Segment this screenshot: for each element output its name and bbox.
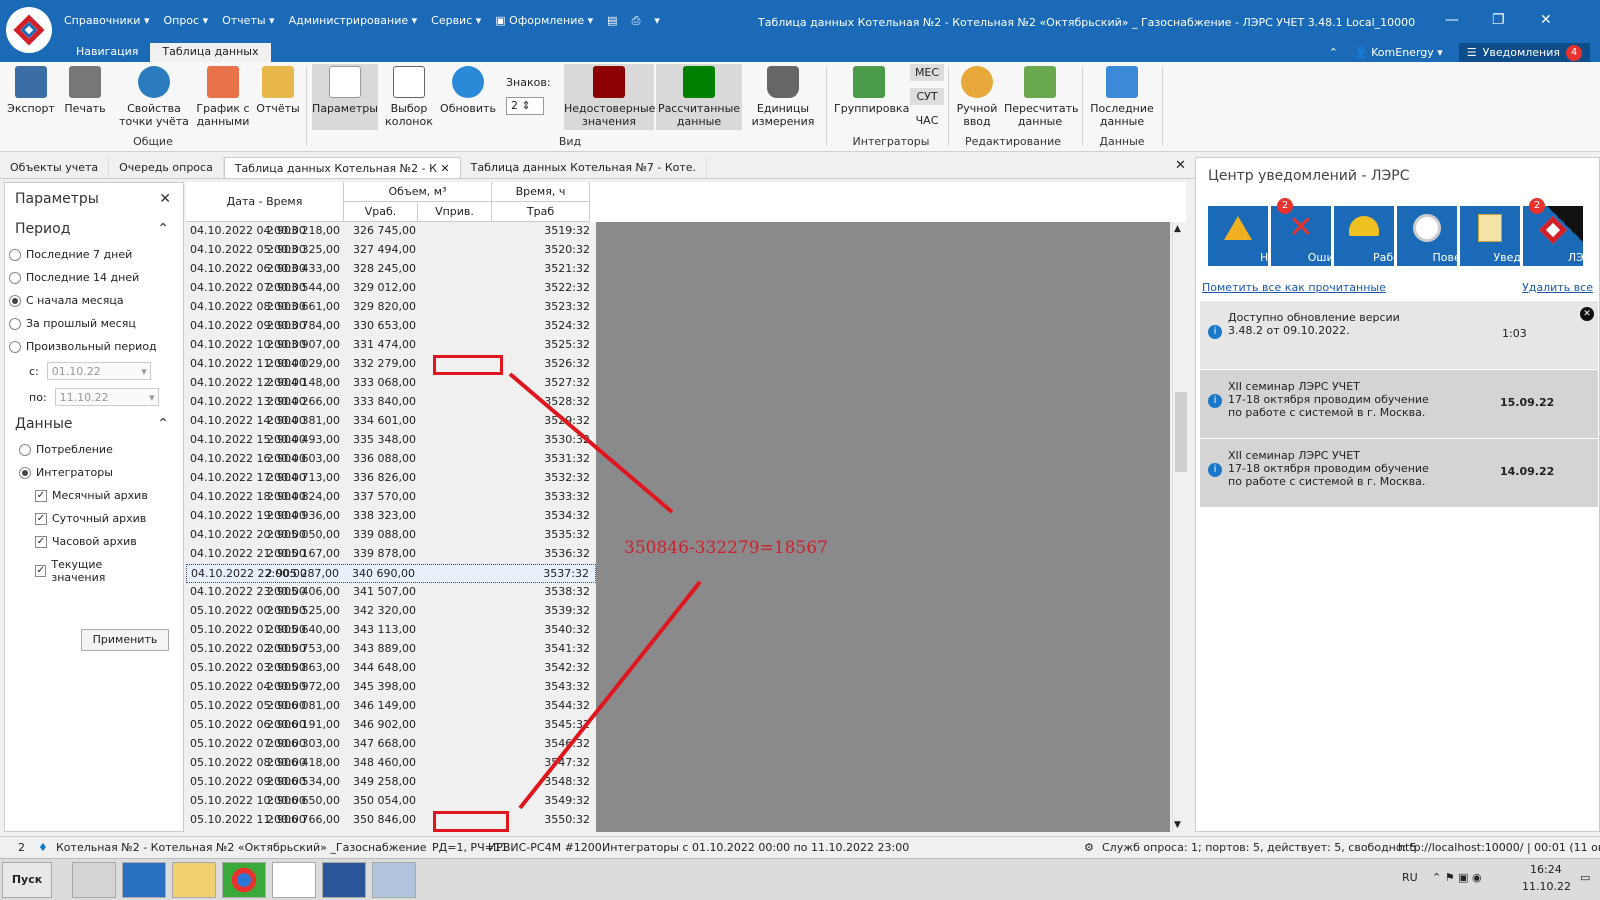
- errors-badge: 2: [1277, 198, 1293, 214]
- tile-label: ЛЭРС: [1567, 251, 1599, 264]
- server-manager-icon[interactable]: [72, 862, 116, 898]
- chrome-icon[interactable]: [222, 862, 266, 898]
- notif-date: 15.09.22: [1500, 396, 1555, 409]
- lers-badge: 2: [1529, 198, 1545, 214]
- mark-all-read-link[interactable]: Пометить все как прочитанные: [1202, 281, 1386, 294]
- status-url: http://localhost:10000/ | 00:01 (11 окт): [1398, 841, 1600, 854]
- notif-date: 1:03: [1502, 327, 1527, 340]
- delete-all-link[interactable]: Удалить все: [1522, 281, 1593, 294]
- notif-text: XII семинар ЛЭРС УЧЕТ 17-18 октября пров…: [1228, 380, 1429, 419]
- status-device: ИРВИС-РС4М #1200: [488, 841, 602, 854]
- status-num: 2: [18, 841, 25, 854]
- notif-text: XII семинар ЛЭРС УЧЕТ 17-18 октября пров…: [1228, 449, 1429, 488]
- start-button[interactable]: Пуск: [2, 862, 52, 898]
- notif-title: Центр уведомлений - ЛЭРС: [1208, 168, 1410, 184]
- gauge-icon: [1413, 214, 1441, 242]
- show-desktop-icon[interactable]: ▭: [1580, 871, 1590, 884]
- error-x-icon: ✕: [1288, 210, 1314, 245]
- tile-works[interactable]: Работы: [1334, 206, 1415, 266]
- folder-icon[interactable]: [172, 862, 216, 898]
- tray-icons[interactable]: ⌃ ⚑ ▣ ◉: [1432, 871, 1482, 884]
- info-icon: i: [1208, 325, 1222, 339]
- status-range: Интеграторы с 01.10.2022 00:00 по 11.10.…: [602, 841, 910, 854]
- tile-errors[interactable]: 2 ✕ Ошибки: [1271, 198, 1354, 266]
- clock-date[interactable]: 11.10.22: [1522, 880, 1571, 893]
- tile-lers[interactable]: 2 ЛЭРС: [1523, 198, 1598, 266]
- annotation-line: [508, 372, 674, 514]
- status-bar: 2 ♦ Котельная №2 - Котельная №2 «Октябрь…: [0, 836, 1600, 858]
- language-indicator[interactable]: RU: [1402, 871, 1418, 884]
- notif-text: Доступно обновление версии 3.48.2 от 09.…: [1228, 311, 1400, 337]
- helmet-icon: [1349, 216, 1379, 236]
- tile-ns[interactable]: НС: [1208, 206, 1276, 266]
- taskbar: Пуск RU ⌃ ⚑ ▣ ◉ 16:24 11.10.22 ▭: [0, 858, 1600, 900]
- calculator-taskbar-icon[interactable]: [372, 862, 416, 898]
- tile-checks[interactable]: Поверки: [1397, 206, 1482, 266]
- notification-center: Центр уведомлений - ЛЭРС НС 2 ✕ Ошибки Раб…: [1195, 157, 1600, 832]
- note-icon: [1478, 214, 1502, 242]
- flame-icon: ♦: [38, 841, 48, 854]
- notif-card[interactable]: i XII семинар ЛЭРС УЧЕТ 17-18 октября про…: [1200, 370, 1598, 438]
- service-icon: ⚙: [1084, 841, 1094, 854]
- annotation-line: [518, 580, 702, 810]
- start-label: Пуск: [11, 873, 43, 886]
- lers-logo-icon: [1538, 215, 1568, 245]
- clock-time[interactable]: 16:24: [1530, 863, 1562, 876]
- warning-icon: [1224, 216, 1252, 240]
- word-icon[interactable]: [322, 862, 366, 898]
- info-icon: i: [1208, 394, 1222, 408]
- notif-card[interactable]: i XII семинар ЛЭРС УЧЕТ 17-18 октября про…: [1200, 439, 1598, 507]
- lers-taskbar-icon[interactable]: [272, 862, 316, 898]
- tile-notices[interactable]: Уведомл.: [1460, 206, 1547, 266]
- status-services: Служб опроса: 1; портов: 5, действует: 5…: [1102, 841, 1417, 854]
- annotation-text: 350846-332279=18567: [624, 538, 828, 558]
- status-object: Котельная №2 - Котельная №2 «Октябрьский…: [56, 841, 427, 854]
- powershell-icon[interactable]: [122, 862, 166, 898]
- close-notif-icon[interactable]: ✕: [1580, 307, 1594, 321]
- notif-card[interactable]: i Доступно обновление версии 3.48.2 от 09…: [1200, 301, 1598, 369]
- info-icon: i: [1208, 463, 1222, 477]
- notif-date: 14.09.22: [1500, 465, 1555, 478]
